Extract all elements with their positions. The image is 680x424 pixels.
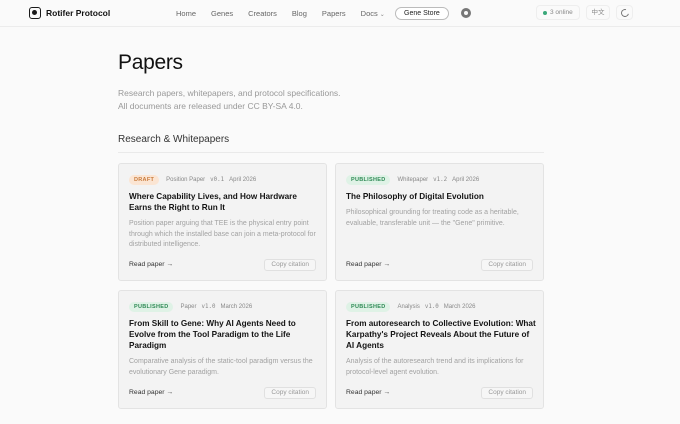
paper-kind: Whitepaper [397, 177, 429, 183]
nav-link-creators[interactable]: Creators [248, 9, 277, 18]
paper-kind: Analysis [397, 304, 420, 310]
section-divider [118, 152, 544, 153]
copy-citation-button[interactable]: Copy citation [264, 387, 316, 399]
paper-kind: Paper [180, 304, 197, 310]
status-badge: PUBLISHED [129, 302, 174, 312]
gene-store-button[interactable]: Gene Store [395, 7, 449, 20]
copy-citation-button[interactable]: Copy citation [481, 259, 533, 271]
read-paper-link[interactable]: Read paper → [129, 261, 173, 268]
read-paper-link[interactable]: Read paper → [346, 261, 390, 268]
nav-link-docs-label: Docs [360, 9, 378, 18]
paper-card[interactable]: PUBLISHED Analysis v1.0 March 2026 From … [335, 290, 544, 409]
paper-kind: Position Paper [166, 177, 206, 183]
paper-date: March 2026 [220, 304, 253, 310]
paper-card[interactable]: PUBLISHED Paper v1.0 March 2026 From Ski… [118, 290, 327, 409]
paper-title[interactable]: Where Capability Lives, and How Hardware… [129, 191, 321, 213]
subtitle-line-1: Research papers, whitepapers, and protoc… [118, 88, 341, 98]
paper-version: v0.1 [210, 177, 225, 183]
nav-link-home[interactable]: Home [176, 9, 196, 18]
online-indicator: 3 online [536, 5, 580, 20]
paper-date: April 2026 [229, 177, 257, 183]
paper-meta: PUBLISHED Paper v1.0 March 2026 [129, 302, 252, 312]
section-title: Research & Whitepapers [118, 134, 230, 145]
paper-meta: DRAFT Position Paper v0.1 April 2026 [129, 175, 256, 185]
online-count: 3 online [550, 9, 573, 16]
nav-link-papers[interactable]: Papers [322, 9, 346, 18]
online-dot-icon [543, 10, 547, 15]
paper-description: Position paper arguing that TEE is the p… [129, 220, 316, 248]
chevron-down-icon: ⌄ [379, 12, 385, 18]
nav-links: Home Genes Creators Blog Papers Docs ⌄ [176, 9, 385, 18]
paper-description: Analysis of the autoresearch trend and i… [346, 358, 524, 376]
copy-citation-button[interactable]: Copy citation [481, 387, 533, 399]
paper-card[interactable]: DRAFT Position Paper v0.1 April 2026 Whe… [118, 163, 327, 281]
brand[interactable]: Rotifer Protocol [29, 7, 110, 19]
paper-date: April 2026 [452, 177, 480, 183]
paper-meta: PUBLISHED Whitepaper v1.2 April 2026 [346, 175, 479, 185]
copy-citation-button[interactable]: Copy citation [264, 259, 316, 271]
read-paper-link[interactable]: Read paper → [346, 389, 390, 396]
paper-title[interactable]: The Philosophy of Digital Evolution [346, 191, 538, 202]
brand-name: Rotifer Protocol [46, 8, 111, 18]
status-badge: PUBLISHED [346, 175, 391, 185]
nav-link-blog[interactable]: Blog [292, 9, 307, 18]
paper-version: v1.0 [201, 304, 216, 310]
paper-title[interactable]: From autoresearch to Collective Evolutio… [346, 318, 538, 351]
status-badge: DRAFT [129, 175, 160, 185]
paper-version: v1.0 [424, 304, 439, 310]
paper-date: March 2026 [443, 304, 476, 310]
rotifer-logo-icon [29, 7, 41, 19]
status-badge: PUBLISHED [346, 302, 391, 312]
language-toggle[interactable]: 中文 [586, 5, 610, 20]
read-paper-link[interactable]: Read paper → [129, 389, 173, 396]
theme-toggle-moon-icon[interactable] [616, 5, 633, 20]
paper-description: Philosophical grounding for treating cod… [346, 209, 519, 227]
github-icon[interactable] [461, 8, 471, 18]
nav-link-genes[interactable]: Genes [211, 9, 233, 18]
page-title: Papers [118, 51, 183, 74]
top-nav: Rotifer Protocol Home Genes Creators Blo… [0, 0, 680, 27]
paper-card[interactable]: PUBLISHED Whitepaper v1.2 April 2026 The… [335, 163, 544, 281]
page-subtitle: Research papers, whitepapers, and protoc… [118, 87, 418, 113]
paper-version: v1.2 [433, 177, 448, 183]
nav-link-docs[interactable]: Docs ⌄ [361, 9, 385, 18]
paper-description: Comparative analysis of the static-tool … [129, 358, 313, 376]
subtitle-line-2: All documents are released under CC BY-S… [118, 101, 303, 111]
paper-title[interactable]: From Skill to Gene: Why AI Agents Need t… [129, 318, 321, 351]
paper-meta: PUBLISHED Analysis v1.0 March 2026 [346, 302, 475, 312]
